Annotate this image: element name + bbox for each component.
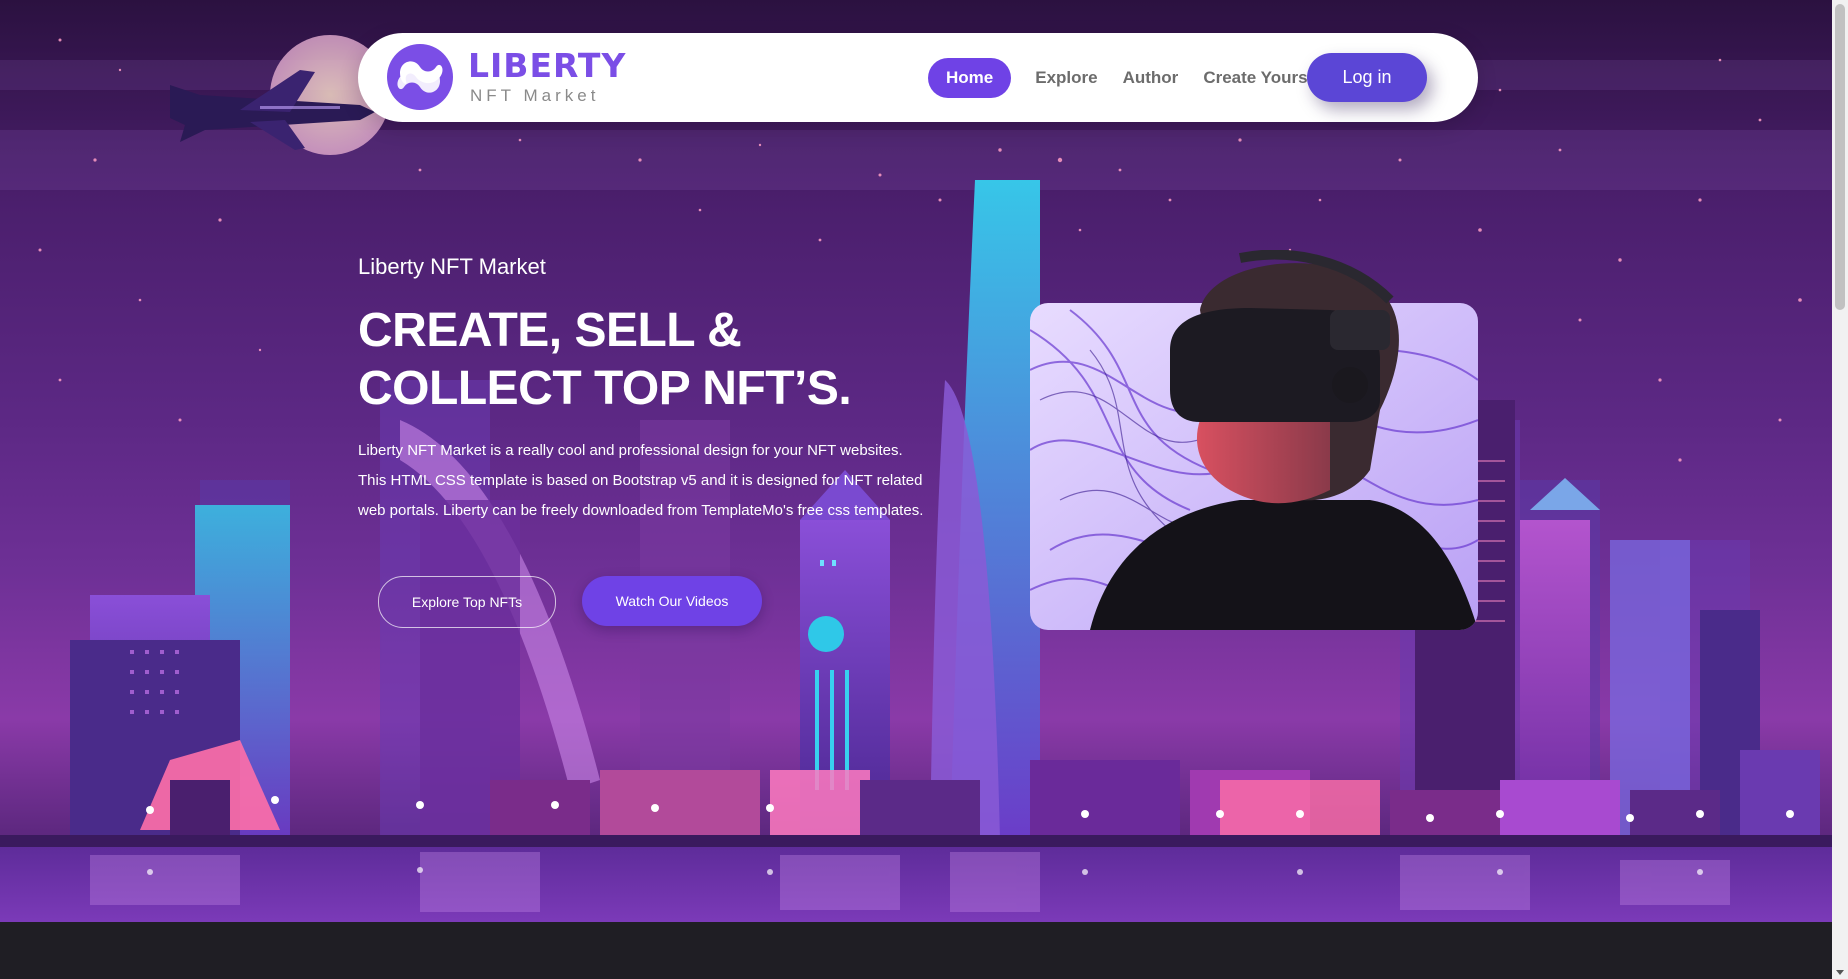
hero-title-line-2: COLLECT TOP NFT’S. [358, 362, 852, 415]
nav-link-home[interactable]: Home [928, 58, 1012, 98]
dark-section-strip [0, 922, 1832, 979]
nav-link-create-yours[interactable]: Create Yours [1191, 58, 1319, 98]
scrollbar-thumb[interactable] [1835, 4, 1845, 310]
brand-name: LIBERTY [468, 46, 627, 85]
brand-text: LIBERTY NFT Market [468, 48, 626, 106]
brand-subtitle: NFT Market [470, 86, 600, 105]
browser-viewport: LIBERTY NFT Market Home Explore Author C… [0, 0, 1848, 979]
watch-videos-button[interactable]: Watch Our Videos [582, 576, 762, 626]
nav-link-author[interactable]: Author [1111, 58, 1191, 98]
nav-link-explore[interactable]: Explore [1023, 58, 1109, 98]
scroll-down-arrow-icon[interactable] [1836, 970, 1844, 975]
liberty-logo-icon [387, 44, 453, 110]
hero-description: Liberty NFT Market is a really cool and … [358, 442, 924, 519]
login-button[interactable]: Log in [1307, 53, 1427, 102]
vr-headset-person-image [1030, 250, 1478, 630]
brand-link[interactable]: LIBERTY NFT Market [386, 43, 626, 111]
page-scrollbar[interactable] [1832, 0, 1848, 979]
hero-title-line-1: CREATE, SELL & [358, 304, 742, 357]
explore-top-nfts-button[interactable]: Explore Top NFTs [378, 576, 556, 628]
nav-links: Home Explore Author Create Yours [928, 58, 1321, 98]
hero-section: LIBERTY NFT Market Home Explore Author C… [0, 0, 1832, 922]
hero-subtitle: Liberty NFT Market [358, 254, 546, 279]
hero-title: CREATE, SELL & COLLECT TOP NFT’S. [358, 302, 918, 418]
navbar: LIBERTY NFT Market Home Explore Author C… [358, 33, 1478, 122]
